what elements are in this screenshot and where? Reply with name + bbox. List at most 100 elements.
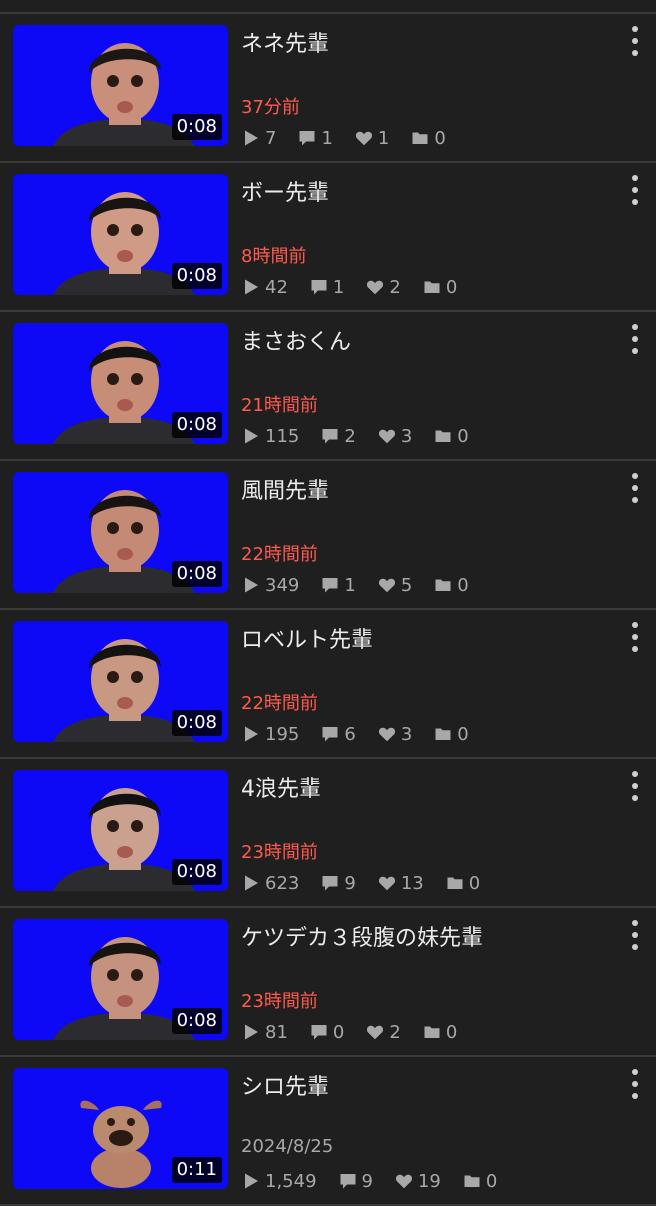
likes-stat: 1 (355, 128, 389, 149)
comment-icon (321, 725, 344, 743)
heart-icon (395, 1172, 418, 1190)
views-count: 7 (265, 127, 277, 149)
comment-icon (298, 129, 321, 147)
more-vertical-icon[interactable] (623, 26, 647, 56)
video-title[interactable]: 風間先輩 (241, 473, 329, 505)
views-stat: 42 (242, 277, 288, 298)
comments-stat: 9 (339, 1171, 373, 1192)
video-title[interactable]: シロ先輩 (241, 1069, 329, 1101)
likes-count: 19 (417, 1170, 441, 1192)
likes-count: 3 (400, 723, 413, 745)
heart-icon (378, 427, 401, 445)
folders-count: 0 (445, 276, 458, 298)
more-vertical-icon[interactable] (623, 920, 647, 950)
likes-stat: 2 (366, 1021, 401, 1043)
video-list: 0:08 ネネ先輩 37分前 7 1 1 0 0:08 ボー先輩 8時間前 42 1 2 0 0:08 まさお… (0, 14, 656, 1206)
folders-count: 0 (457, 425, 469, 447)
comments-stat: 1 (298, 127, 333, 149)
comments-count: 1 (332, 276, 345, 298)
video-thumbnail[interactable]: 0:08 (13, 174, 228, 295)
comments-count: 0 (332, 1021, 345, 1043)
play-icon (242, 576, 265, 594)
video-thumbnail[interactable]: 0:11 (13, 1068, 228, 1189)
likes-stat: 2 (366, 277, 401, 298)
views-stat: 1,549 (242, 1171, 317, 1192)
video-posted-time: 21時間前 (241, 395, 318, 416)
video-posted-time: 23時間前 (241, 991, 318, 1012)
video-stats: 42 1 2 0 (242, 274, 479, 300)
video-title[interactable]: ケツデカ３段腹の妹先輩 (241, 920, 483, 952)
video-thumbnail[interactable]: 0:08 (13, 621, 228, 742)
comment-icon (310, 1023, 333, 1041)
video-title[interactable]: ボー先輩 (241, 175, 329, 207)
folder-icon (423, 1023, 446, 1041)
views-stat: 81 (242, 1022, 288, 1043)
likes-count: 3 (400, 425, 413, 447)
folder-icon (434, 576, 457, 594)
video-list-item[interactable]: 0:08 風間先輩 22時間前 349 1 5 0 (0, 461, 656, 610)
play-icon (242, 427, 265, 445)
video-stats: 195 6 3 0 (242, 721, 491, 747)
more-vertical-icon[interactable] (623, 175, 647, 205)
more-vertical-icon[interactable] (623, 473, 647, 503)
video-list-item[interactable]: 0:08 ネネ先輩 37分前 7 1 1 0 (0, 14, 656, 163)
views-count: 42 (265, 276, 288, 298)
video-thumbnail[interactable]: 0:08 (13, 919, 228, 1040)
folders-count: 0 (457, 574, 469, 596)
folder-icon (434, 725, 457, 743)
video-stats: 623 9 13 0 (242, 870, 502, 896)
video-posted-time: 37分前 (241, 97, 300, 118)
video-duration: 0:08 (171, 1008, 222, 1034)
video-thumbnail[interactable]: 0:08 (13, 323, 228, 444)
play-icon (242, 874, 265, 892)
likes-count: 2 (389, 1021, 401, 1043)
comment-icon (310, 278, 333, 296)
more-vertical-icon[interactable] (623, 622, 647, 652)
video-thumbnail[interactable]: 0:08 (13, 770, 228, 891)
heart-icon (366, 1023, 389, 1041)
video-stats: 7 1 1 0 (242, 125, 468, 151)
more-vertical-icon[interactable] (623, 771, 647, 801)
video-stats: 115 2 3 0 (242, 423, 491, 449)
comments-count: 1 (321, 127, 333, 149)
folders-stat: 0 (423, 1022, 457, 1043)
video-thumbnail[interactable]: 0:08 (13, 25, 228, 146)
video-title[interactable]: まさおくん (241, 324, 351, 356)
views-stat: 623 (242, 873, 299, 894)
comments-count: 9 (361, 1170, 373, 1192)
comments-stat: 6 (321, 723, 356, 745)
video-duration: 0:08 (171, 859, 222, 885)
folder-icon (463, 1172, 486, 1190)
play-icon (242, 129, 265, 147)
play-icon (242, 725, 265, 743)
video-list-item[interactable]: 0:08 4浪先輩 23時間前 623 9 13 0 (0, 759, 656, 908)
video-title[interactable]: ネネ先輩 (241, 26, 329, 58)
video-title[interactable]: ロベルト先輩 (241, 622, 373, 654)
video-list-item[interactable]: 0:08 ケツデカ３段腹の妹先輩 23時間前 81 0 2 0 (0, 908, 656, 1057)
video-stats: 81 0 2 0 (242, 1019, 479, 1045)
video-list-item[interactable]: 0:08 ロベルト先輩 22時間前 195 6 3 0 (0, 610, 656, 759)
folders-count: 0 (485, 1170, 498, 1192)
comments-count: 2 (344, 425, 356, 447)
more-vertical-icon[interactable] (623, 324, 647, 354)
video-duration: 0:08 (171, 710, 222, 736)
video-list-item[interactable]: 0:08 ボー先輩 8時間前 42 1 2 0 (0, 163, 656, 312)
video-thumbnail[interactable]: 0:08 (13, 472, 228, 593)
likes-count: 5 (400, 574, 413, 596)
likes-stat: 13 (378, 873, 424, 894)
video-posted-time: 23時間前 (241, 842, 318, 863)
comments-stat: 9 (321, 873, 356, 894)
folder-icon (446, 874, 469, 892)
video-title[interactable]: 4浪先輩 (241, 771, 321, 803)
folders-stat: 0 (446, 873, 480, 894)
video-duration: 0:08 (171, 114, 222, 140)
video-list-item[interactable]: 0:11 シロ先輩 2024/8/25 1,549 9 19 0 (0, 1057, 656, 1206)
video-duration: 0:11 (171, 1157, 222, 1183)
folders-count: 0 (445, 1021, 458, 1043)
comments-count: 6 (344, 723, 356, 745)
video-posted-time: 8時間前 (241, 246, 307, 267)
more-vertical-icon[interactable] (623, 1069, 647, 1099)
views-count: 195 (265, 723, 300, 745)
video-list-item[interactable]: 0:08 まさおくん 21時間前 115 2 3 0 (0, 312, 656, 461)
video-posted-time: 22時間前 (241, 693, 318, 714)
